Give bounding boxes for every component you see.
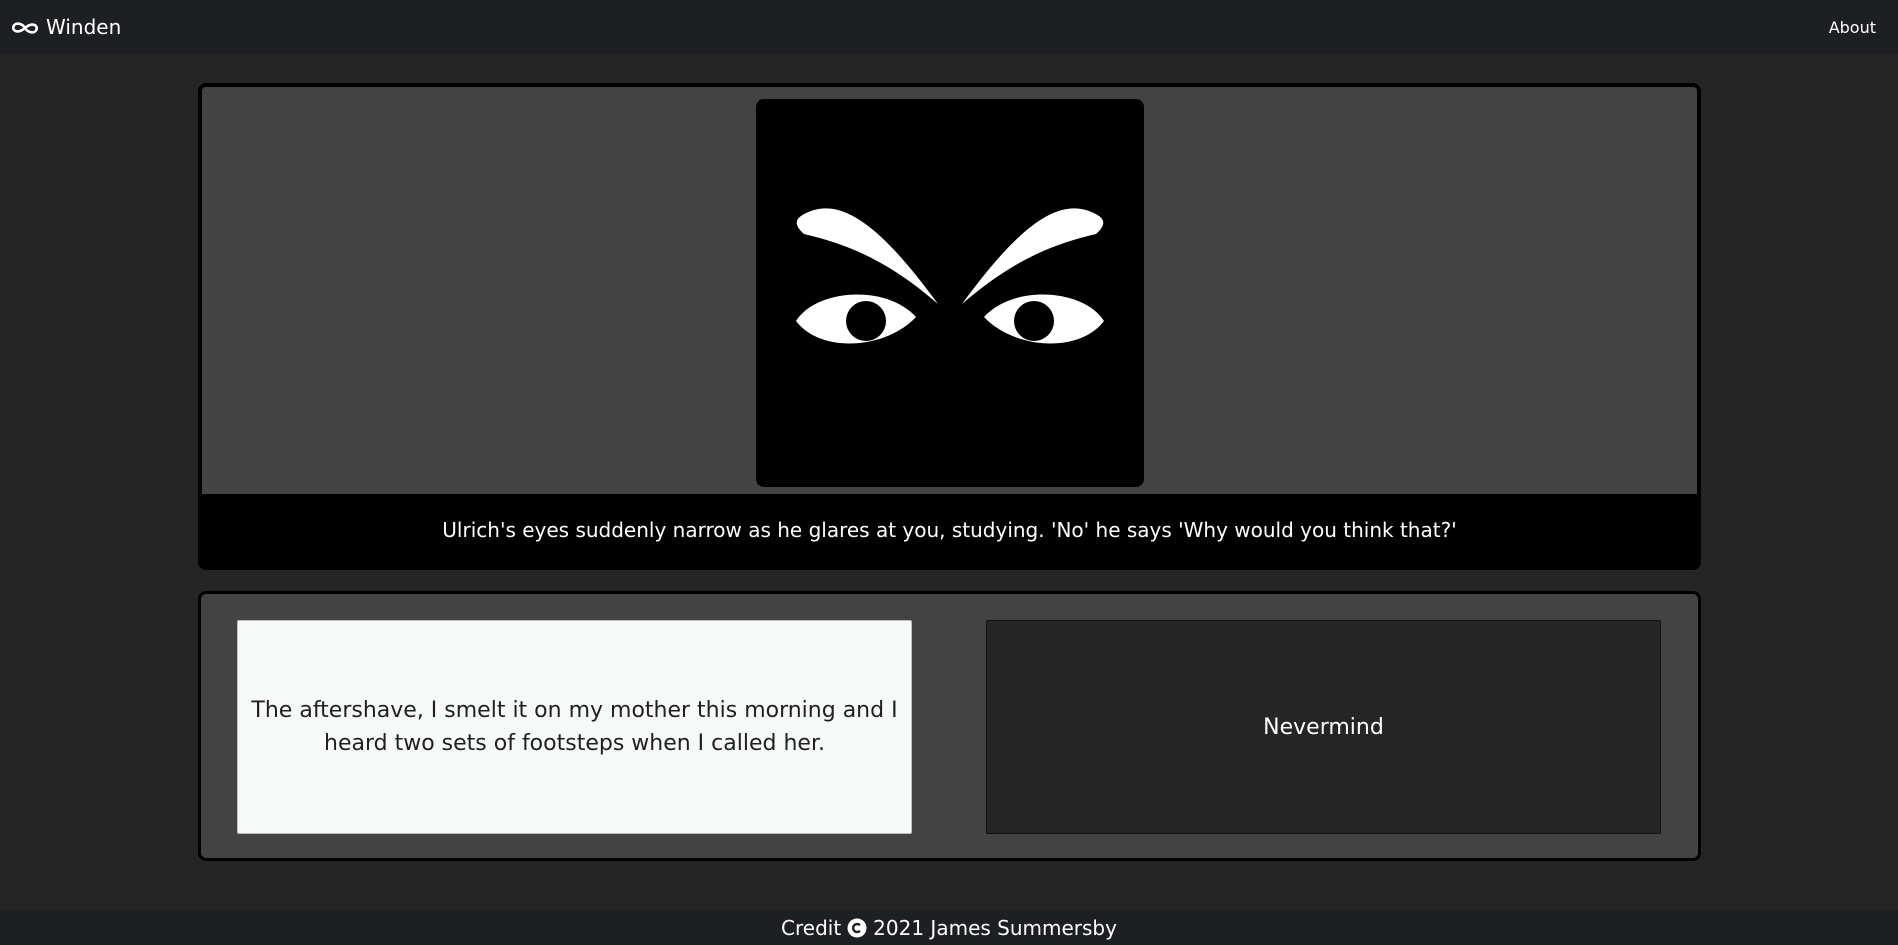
brand-link[interactable]: Winden (10, 15, 121, 39)
about-link[interactable]: About (1829, 18, 1886, 37)
infinity-icon (10, 18, 40, 36)
choice-button-aftershave[interactable]: The aftershave, I smelt it on my mother … (237, 620, 912, 834)
choices-panel: The aftershave, I smelt it on my mother … (198, 591, 1701, 861)
story-image-area (202, 87, 1697, 494)
story-panel: Ulrich's eyes suddenly narrow as he glar… (198, 83, 1701, 570)
credit-label: Credit (781, 915, 842, 940)
top-navbar: Winden About (0, 0, 1898, 54)
copyright-icon (847, 918, 867, 938)
brand-name: Winden (46, 15, 122, 39)
glaring-eyes-icon (756, 99, 1144, 487)
choice-button-nevermind[interactable]: Nevermind (986, 620, 1661, 834)
credit-text: 2021 James Summersby (873, 915, 1117, 940)
footer: Credit 2021 James Summersby (0, 910, 1898, 945)
story-text: Ulrich's eyes suddenly narrow as he glar… (442, 518, 1457, 542)
